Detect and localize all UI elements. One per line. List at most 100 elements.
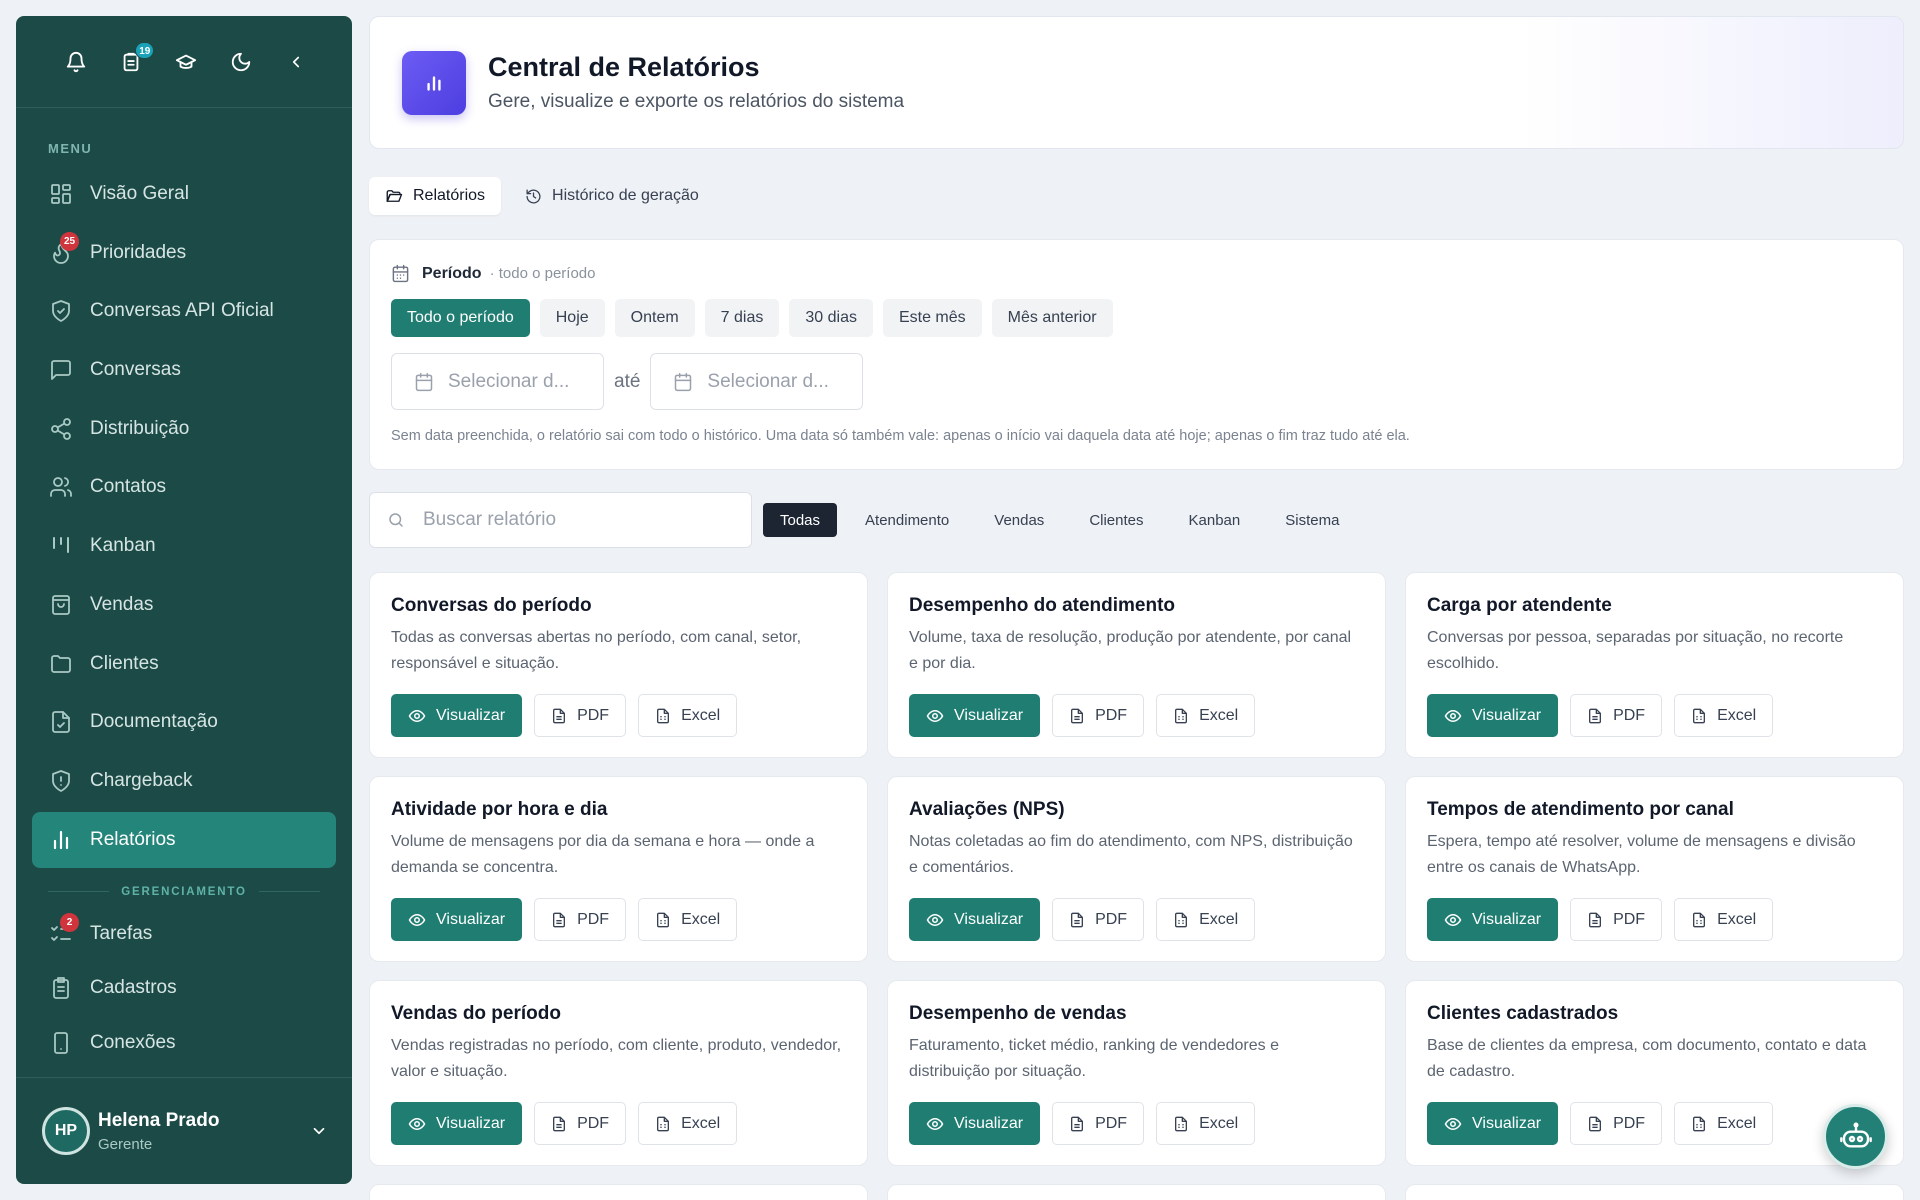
shopping-bag-icon: [48, 592, 74, 618]
graduation-cap-icon[interactable]: [158, 42, 213, 82]
report-description: Vendas registradas no período, com clien…: [391, 1037, 842, 1080]
filter-todas[interactable]: Todas: [763, 503, 838, 537]
view-button[interactable]: Visualizar: [391, 1102, 523, 1145]
date-from-input[interactable]: Selecionar d...: [391, 353, 604, 410]
assistant-bot-button[interactable]: [1823, 1104, 1888, 1169]
chevron-down-icon[interactable]: [310, 1122, 328, 1140]
date-separator: até: [614, 370, 641, 392]
user-menu[interactable]: HP Helena Prado Gerente: [16, 1077, 352, 1184]
tab-relatorios[interactable]: Relatórios: [369, 177, 502, 215]
pdf-button[interactable]: PDF: [534, 898, 627, 941]
eye-icon: [926, 911, 944, 929]
pdf-button[interactable]: PDF: [534, 694, 627, 737]
view-button[interactable]: Visualizar: [909, 1102, 1041, 1145]
pdf-button[interactable]: PDF: [1570, 1102, 1663, 1145]
date-from-placeholder: Selecionar d...: [448, 370, 570, 392]
sidebar-item-conexoes[interactable]: Conexões: [32, 1017, 336, 1069]
tab-historico[interactable]: Histórico de geração: [509, 177, 715, 215]
excel-button[interactable]: Excel: [638, 898, 738, 941]
view-button[interactable]: Visualizar: [1427, 694, 1559, 737]
sidebar-item-chargeback[interactable]: Chargeback: [32, 753, 336, 809]
view-label: Visualizar: [954, 910, 1024, 928]
pdf-label: PDF: [1613, 1114, 1646, 1132]
notes-badge: 19: [135, 41, 155, 59]
report-description: Espera, tempo até resolver, volume de me…: [1427, 833, 1856, 876]
tab-label: Relatórios: [413, 187, 486, 204]
search-input[interactable]: Buscar relatório: [369, 492, 752, 548]
pdf-button[interactable]: PDF: [534, 1102, 627, 1145]
chip-este-mes[interactable]: Este mês: [882, 299, 982, 337]
sidebar-item-label: Prioridades: [90, 241, 187, 263]
sidebar-item-conversas-api[interactable]: Conversas API Oficial: [32, 283, 336, 339]
excel-label: Excel: [1717, 706, 1757, 724]
sidebar-item-label: Documentação: [90, 711, 218, 733]
sidebar-toolbar: 19: [16, 16, 352, 108]
chip-mes-anterior[interactable]: Mês anterior: [991, 299, 1113, 337]
page-subtitle: Gere, visualize e exporte os relatórios …: [488, 91, 905, 112]
sidebar-item-documentacao[interactable]: Documentação: [32, 694, 336, 750]
pdf-button[interactable]: PDF: [1570, 694, 1663, 737]
chip-7-dias[interactable]: 7 dias: [704, 299, 780, 337]
list-checks-icon: 2: [48, 912, 79, 947]
filter-kanban[interactable]: Kanban: [1172, 503, 1258, 537]
file-text-icon: [551, 708, 567, 724]
pdf-label: PDF: [577, 910, 610, 928]
bell-icon[interactable]: [48, 42, 103, 82]
filter-vendas[interactable]: Vendas: [977, 503, 1061, 537]
date-to-placeholder: Selecionar d...: [707, 370, 829, 392]
sidebar-item-distribuicao[interactable]: Distribuição: [32, 401, 336, 457]
pdf-button[interactable]: PDF: [1052, 1102, 1145, 1145]
sidebar-item-vendas[interactable]: Vendas: [32, 577, 336, 633]
excel-button[interactable]: Excel: [1156, 898, 1256, 941]
sidebar-item-tarefas[interactable]: 2 Tarefas: [32, 908, 336, 960]
eye-icon: [408, 911, 426, 929]
sidebar-item-clientes[interactable]: Clientes: [32, 636, 336, 692]
page-header: Central de Relatórios Gere, visualize e …: [369, 16, 1904, 149]
eye-icon: [408, 707, 426, 725]
file-spreadsheet-icon: [655, 1116, 671, 1132]
sidebar-item-visao-geral[interactable]: Visão Geral: [32, 166, 336, 222]
pdf-button[interactable]: PDF: [1570, 898, 1663, 941]
filter-sistema[interactable]: Sistema: [1268, 503, 1356, 537]
filter-atendimento[interactable]: Atendimento: [848, 503, 966, 537]
chip-30-dias[interactable]: 30 dias: [789, 299, 873, 337]
report-card: Vendas do período Vendas registradas no …: [369, 980, 868, 1166]
moon-icon[interactable]: [214, 42, 269, 82]
chip-ontem[interactable]: Ontem: [614, 299, 695, 337]
view-button[interactable]: Visualizar: [1427, 1102, 1559, 1145]
eye-icon: [1444, 1115, 1462, 1133]
view-button[interactable]: Visualizar: [391, 694, 523, 737]
view-button[interactable]: Visualizar: [1427, 898, 1559, 941]
sidebar-item-relatorios[interactable]: Relatórios: [32, 811, 336, 868]
chip-todo-periodo[interactable]: Todo o período: [391, 299, 530, 337]
date-to-input[interactable]: Selecionar d...: [650, 353, 864, 410]
pdf-button[interactable]: PDF: [1052, 898, 1145, 941]
sidebar-item-contatos[interactable]: Contatos: [32, 459, 336, 515]
search-placeholder: Buscar relatório: [423, 509, 557, 530]
period-chips: Todo o período Hoje Ontem 7 dias 30 dias…: [391, 299, 1882, 337]
sidebar-item-cadastros[interactable]: Cadastros: [32, 962, 336, 1014]
folder-icon: [48, 651, 74, 677]
excel-button[interactable]: Excel: [638, 694, 738, 737]
sidebar-item-conversas[interactable]: Conversas: [32, 342, 336, 398]
report-card: Carga por atendente Conversas por pessoa…: [1405, 572, 1904, 758]
filter-clientes[interactable]: Clientes: [1072, 503, 1160, 537]
view-button[interactable]: Visualizar: [909, 898, 1041, 941]
pdf-button[interactable]: PDF: [1052, 694, 1145, 737]
chevron-left-icon[interactable]: [269, 42, 324, 82]
excel-button[interactable]: Excel: [1674, 694, 1774, 737]
view-button[interactable]: Visualizar: [391, 898, 523, 941]
sidebar-item-prioridades[interactable]: 25 Prioridades: [32, 225, 336, 281]
main-content: Central de Relatórios Gere, visualize e …: [369, 16, 1904, 1200]
report-title: Desempenho do atendimento: [909, 595, 1176, 616]
chip-hoje[interactable]: Hoje: [539, 299, 605, 337]
excel-button[interactable]: Excel: [638, 1102, 738, 1145]
excel-button[interactable]: Excel: [1674, 1102, 1774, 1145]
sidebar-item-kanban[interactable]: Kanban: [32, 518, 336, 574]
excel-button[interactable]: Excel: [1156, 694, 1256, 737]
clipboard-icon[interactable]: 19: [103, 41, 158, 82]
excel-button[interactable]: Excel: [1156, 1102, 1256, 1145]
excel-button[interactable]: Excel: [1674, 898, 1774, 941]
view-button[interactable]: Visualizar: [909, 694, 1041, 737]
user-name: Helena Prado: [98, 1109, 220, 1131]
